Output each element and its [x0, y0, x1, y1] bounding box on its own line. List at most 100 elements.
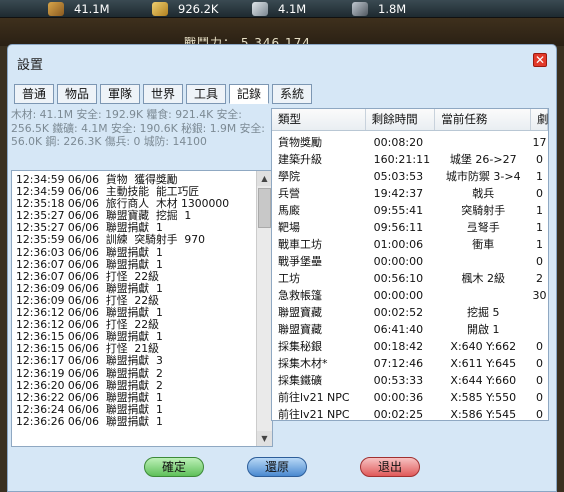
cell-type: 採集秘銀	[278, 340, 322, 353]
resource-summary: 木材: 41.1M 安全: 192.9K 糧食: 921.4K 安全: 256.…	[11, 108, 265, 148]
table-row[interactable]: 兵營 19:42:37 戟兵 0	[272, 185, 548, 202]
exit-button[interactable]: 退出	[360, 457, 420, 477]
cell-type: 工坊	[278, 272, 300, 285]
cell-type: 靶場	[278, 221, 300, 234]
header-type[interactable]: 類型	[272, 109, 366, 130]
header-count[interactable]: 劇	[531, 109, 548, 130]
log-line: 12:36:20 06/06 聯盟捐獻 2	[16, 378, 163, 392]
table-row[interactable]: 採集木材* 07:12:46 X:611 Y:645 0	[272, 355, 548, 372]
tab-army[interactable]: 軍隊	[100, 84, 140, 104]
cell-count: 2	[536, 272, 544, 285]
header-current-task[interactable]: 當前任務	[435, 109, 531, 130]
cell-type: 戰爭堡壘	[278, 255, 322, 268]
cell-task: X:611 Y:645	[450, 357, 517, 370]
cell-task	[435, 253, 531, 270]
table-row[interactable]: 馬廄 09:55:41 突騎射手 1	[272, 202, 548, 219]
cell-task	[435, 134, 531, 151]
log-line: 12:36:19 06/06 聯盟捐獻 2	[16, 366, 163, 380]
grain-icon	[152, 2, 168, 16]
cell-count: 1	[536, 204, 544, 217]
cell-type: 聯盟寶藏	[278, 306, 322, 319]
tab-general[interactable]: 普通	[14, 84, 54, 104]
cell-count: 0	[536, 391, 544, 404]
cell-count: 0	[536, 374, 544, 387]
cell-type: 戰車工坊	[278, 238, 322, 251]
cell-count: 0	[536, 340, 544, 353]
cell-task: X:586 Y:545	[450, 408, 517, 421]
log-scrollbar[interactable]: ▲ ▼	[256, 171, 272, 446]
log-line: 12:36:17 06/06 聯盟捐獻 3	[16, 354, 163, 368]
cell-task: 衝車	[472, 238, 495, 251]
table-row[interactable]: 戰車工坊 01:00:06 衝車 1	[272, 236, 548, 253]
scroll-down-icon[interactable]: ▼	[257, 431, 272, 446]
cell-count	[531, 304, 548, 321]
cell-remaining: 07:12:46	[373, 357, 424, 370]
cell-type: 採集鐵礦	[278, 374, 322, 387]
confirm-button[interactable]: 確定	[144, 457, 204, 477]
cell-task: 城市防禦 3->4	[445, 170, 521, 183]
tab-bar: 普通 物品 軍隊 世界 工具 記錄 系統	[14, 84, 312, 104]
dialog-title: 設置	[17, 58, 44, 73]
cell-remaining: 09:55:41	[373, 204, 424, 217]
table-header: 類型 剩餘時間 當前任務 劇	[272, 109, 548, 131]
cell-count: 30	[532, 289, 547, 302]
silver-resource: 1.8M	[352, 1, 406, 17]
game-hud: 41.1M 926.2K 4.1M 1.8M 戰鬥力： 5,346,174	[0, 0, 564, 50]
cell-count: 17	[532, 136, 547, 149]
table-row[interactable]: 急救帳篷 00:00:00 30	[272, 287, 548, 304]
tab-system[interactable]: 系統	[272, 84, 312, 104]
tab-items[interactable]: 物品	[57, 84, 97, 104]
cell-remaining: 00:02:25	[373, 408, 424, 421]
header-remaining[interactable]: 剩餘時間	[366, 109, 436, 130]
table-row[interactable]: 聯盟寶藏 06:41:40 開啟 1	[272, 321, 548, 338]
cell-count: 0	[536, 408, 544, 421]
table-row[interactable]: 貨物獎勵 00:08:20 17	[272, 134, 548, 151]
table-row[interactable]: 學院 05:03:53 城市防禦 3->4 1	[272, 168, 548, 185]
cell-count	[531, 321, 548, 338]
cell-task: 挖掘 5	[467, 306, 500, 319]
close-icon[interactable]: ✕	[533, 53, 547, 67]
scroll-up-icon[interactable]: ▲	[257, 171, 272, 186]
cell-type: 馬廄	[278, 204, 300, 217]
log-line: 12:35:59 06/06 訓練 突騎射手 970	[16, 233, 206, 247]
cell-task: X:644 Y:660	[450, 374, 517, 387]
log-line: 12:36:26 06/06 聯盟捐獻 1	[16, 414, 163, 428]
cell-type: 兵營	[278, 187, 300, 200]
cell-remaining: 19:42:37	[373, 187, 424, 200]
reset-button[interactable]: 還原	[247, 457, 307, 477]
cell-task: 城堡 26->27	[449, 153, 517, 166]
cell-remaining: 06:41:40	[373, 323, 424, 336]
resource-bar: 41.1M 926.2K 4.1M 1.8M	[0, 0, 564, 18]
silver-value: 1.8M	[378, 2, 407, 16]
table-row[interactable]: 工坊 00:56:10 楓木 2級 2	[272, 270, 548, 287]
table-row[interactable]: 前往lv21 NPC 00:00:36 X:585 Y:550 0	[272, 389, 548, 406]
table-row[interactable]: 前往lv21 NPC 00:02:25 X:586 Y:545 0	[272, 406, 548, 421]
cell-task	[435, 287, 531, 304]
grain-resource: 926.2K	[152, 1, 218, 17]
tab-tools[interactable]: 工具	[186, 84, 226, 104]
cell-remaining: 09:56:11	[373, 221, 424, 234]
log-line: 12:36:22 06/06 聯盟捐獻 1	[16, 390, 163, 404]
task-table: 類型 剩餘時間 當前任務 劇 貨物獎勵 00:08:20 17 建築升級 160:21:…	[271, 108, 549, 421]
cell-type: 聯盟寶藏	[278, 323, 322, 336]
wood-resource: 41.1M	[48, 1, 110, 17]
table-body: 貨物獎勵 00:08:20 17 建築升級 160:21:11 城堡 26->27 0 學院 0…	[272, 131, 548, 421]
cell-count: 1	[536, 221, 544, 234]
table-row[interactable]: 聯盟寶藏 00:02:52 挖掘 5	[272, 304, 548, 321]
table-row[interactable]: 採集秘銀 00:18:42 X:640 Y:662 0	[272, 338, 548, 355]
tab-records[interactable]: 記錄	[229, 84, 269, 104]
tab-world[interactable]: 世界	[143, 84, 183, 104]
table-row[interactable]: 靶場 09:56:11 弖弩手 1	[272, 219, 548, 236]
table-row[interactable]: 建築升級 160:21:11 城堡 26->27 0	[272, 151, 548, 168]
iron-resource: 4.1M	[252, 1, 306, 17]
table-row[interactable]: 採集鐵礦 00:53:33 X:644 Y:660 0	[272, 372, 548, 389]
event-log[interactable]: 12:34:59 06/06 貨物 獲得獎勵 12:34:59 06/06 主動技…	[11, 170, 273, 447]
table-row[interactable]: 戰爭堡壘 00:00:00 0	[272, 253, 548, 270]
cell-count: 0	[536, 153, 544, 166]
grain-value: 926.2K	[178, 2, 219, 16]
cell-task: X:585 Y:550	[450, 391, 517, 404]
iron-icon	[252, 2, 268, 16]
cell-type: 學院	[278, 170, 300, 183]
cell-task: 弖弩手	[466, 221, 500, 234]
scroll-thumb[interactable]	[258, 188, 271, 228]
